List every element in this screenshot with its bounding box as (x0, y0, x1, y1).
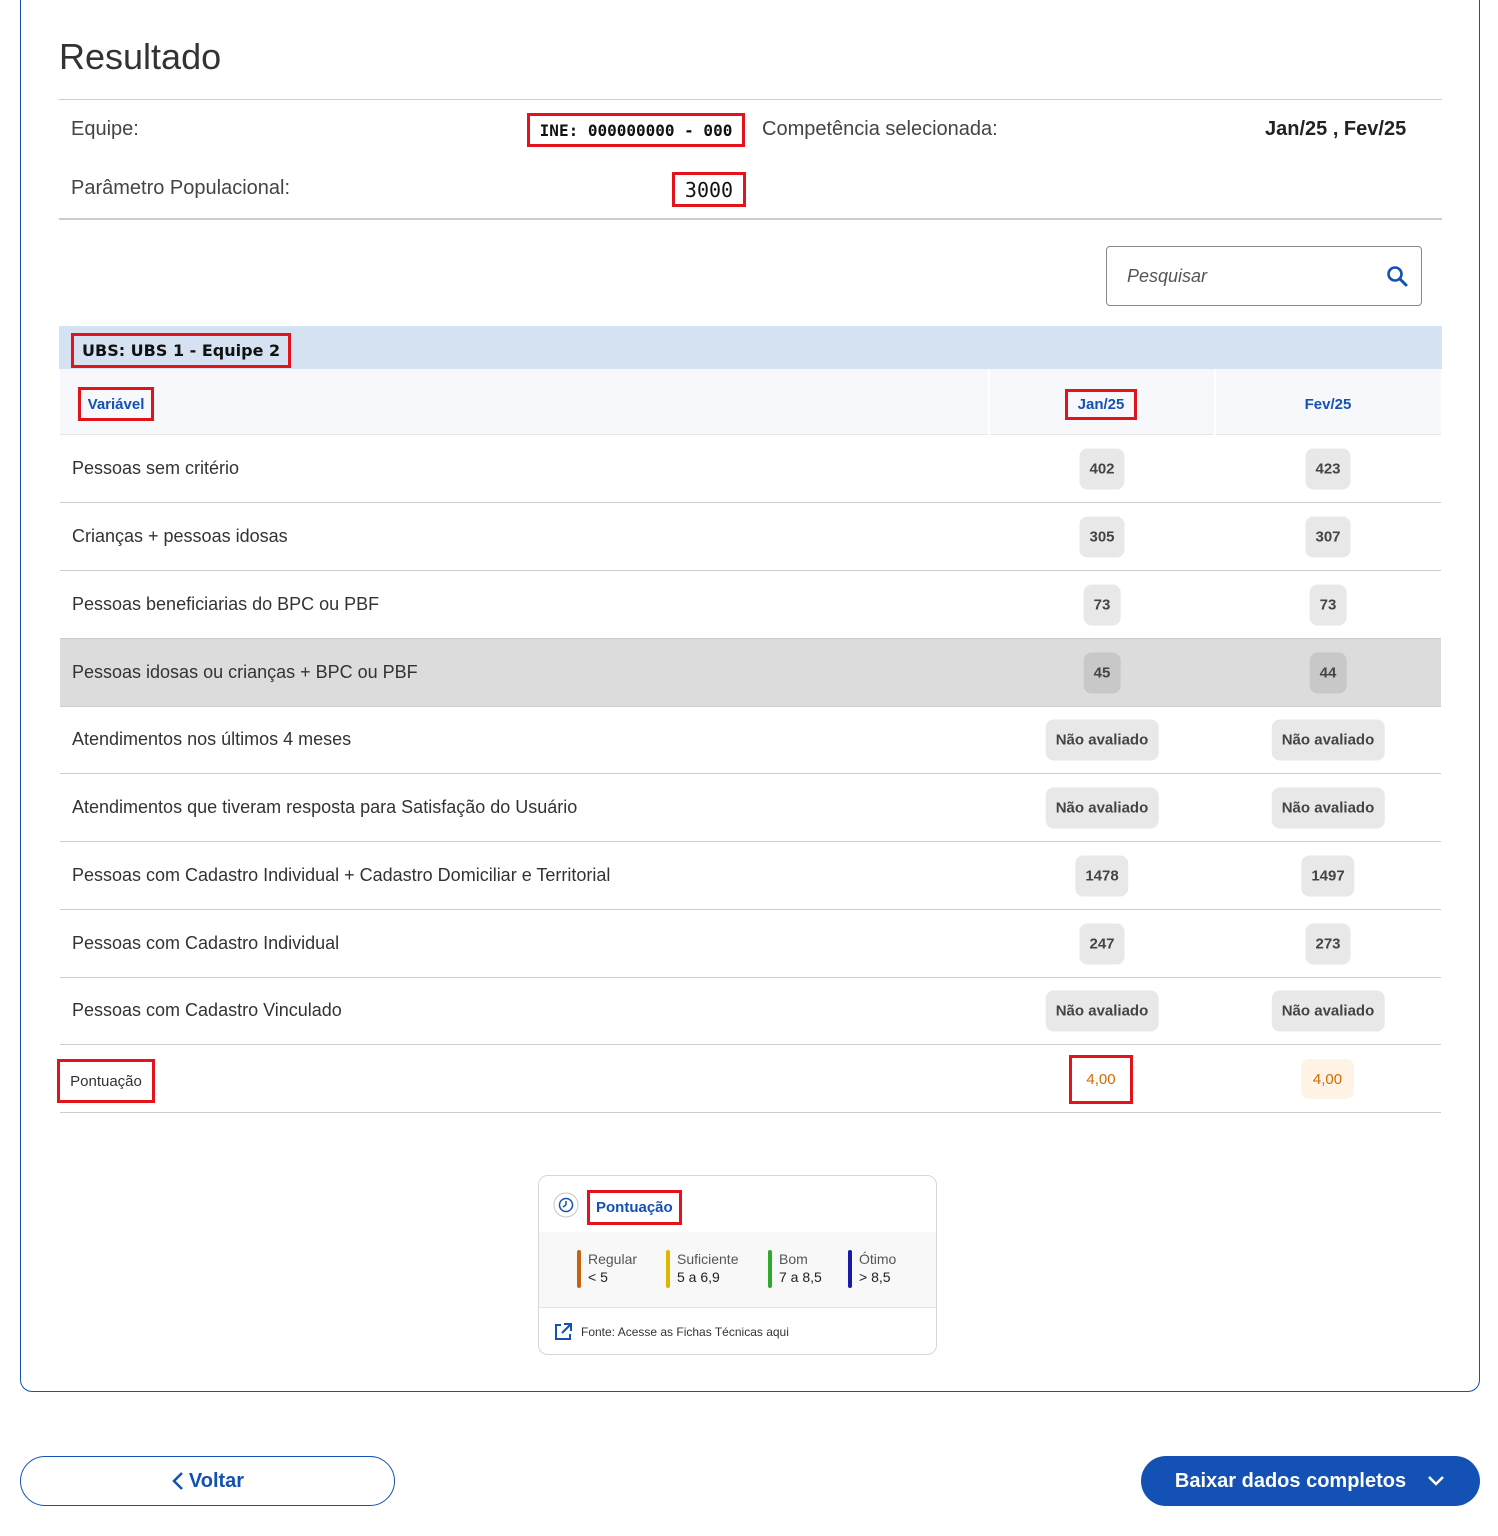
value-pill: 73 (1083, 584, 1121, 625)
value-pill: Não avaliado (1271, 787, 1385, 828)
value-pill: 273 (1305, 923, 1351, 964)
legend-color-bar (848, 1250, 852, 1288)
value-pill: Não avaliado (1271, 719, 1385, 760)
row-label: Pessoas idosas ou crianças + BPC ou PBF (72, 662, 418, 682)
download-button[interactable]: Baixar dados completos (1141, 1456, 1480, 1506)
table-header (60, 369, 1441, 435)
legend-name: Suficiente (677, 1251, 739, 1267)
divider-info (59, 218, 1442, 220)
competence-label: Competência selecionada: (762, 118, 998, 140)
table-row: Crianças + pessoas idosas 305 307 (60, 503, 1441, 571)
table-row: Pessoas beneficiarias do BPC ou PBF 73 7… (60, 571, 1441, 639)
value-pill: Não avaliado (1271, 990, 1385, 1031)
search-input[interactable] (1127, 265, 1385, 287)
row-label: Atendimentos nos últimos 4 meses (72, 729, 352, 749)
legend-range: > 8,5 (859, 1269, 891, 1285)
search-icon[interactable] (1385, 264, 1409, 288)
legend-item-suficiente: Suficiente 5 a 6,9 (666, 1250, 738, 1290)
source-link[interactable]: Fonte: Acesse as Fichas Técnicas aqui (553, 1322, 789, 1342)
value-pill: 45 (1083, 652, 1121, 693)
value-pill: 73 (1309, 584, 1347, 625)
score-legend: Pontuação Regular < 5 Suficiente 5 a 6,9… (538, 1175, 937, 1355)
population-label: Parâmetro Populacional: (71, 177, 291, 199)
back-button[interactable]: Voltar (20, 1456, 395, 1506)
chevron-left-icon (172, 1472, 183, 1490)
legend-item-otimo: Ótimo > 8,5 (848, 1250, 896, 1290)
legend-range: 5 a 6,9 (677, 1269, 720, 1285)
row-label: Atendimentos que tiveram resposta para S… (72, 797, 578, 817)
header-separator (988, 369, 990, 435)
external-link-icon[interactable] (553, 1322, 573, 1342)
value-pill: Não avaliado (1045, 787, 1159, 828)
row-label: Pessoas com Cadastro Individual (72, 933, 340, 953)
row-label: Crianças + pessoas idosas (72, 526, 288, 546)
header-jan25[interactable]: Jan/25 (1065, 389, 1137, 420)
score-row (60, 1045, 1441, 1113)
table-row: Pessoas com Cadastro Individual + Cadast… (60, 842, 1441, 910)
legend-item-regular: Regular < 5 (577, 1250, 637, 1290)
ubs-label: UBS: UBS 1 - Equipe 2 (71, 333, 292, 368)
page-title: Resultado (59, 36, 222, 77)
value-pill: 307 (1305, 516, 1351, 557)
value-pill: 423 (1305, 448, 1351, 489)
chevron-down-icon (1428, 1476, 1444, 1486)
value-pill: Não avaliado (1045, 990, 1159, 1031)
legend-color-bar (768, 1250, 772, 1288)
legend-item-bom: Bom 7 a 8,5 (768, 1250, 822, 1290)
table-row: Atendimentos que tiveram resposta para S… (60, 774, 1441, 842)
value-pill: 402 (1079, 448, 1125, 489)
competence-value: Jan/25 , Fev/25 (1265, 118, 1407, 140)
value-pill: 1478 (1075, 855, 1129, 896)
legend-range: 7 a 8,5 (779, 1269, 822, 1285)
source-text[interactable]: Fonte: Acesse as Fichas Técnicas aqui (581, 1325, 789, 1339)
population-value: 3000 (672, 172, 746, 207)
legend-color-bar (577, 1250, 581, 1288)
team-label: Equipe: (71, 118, 139, 140)
value-pill: 44 (1309, 652, 1347, 693)
legend-name: Ótimo (859, 1251, 897, 1267)
value-pill: Não avaliado (1045, 719, 1159, 760)
team-value: INE: 000000000 - 000 (527, 113, 745, 147)
legend-name: Bom (779, 1251, 808, 1267)
score-value-jan25: 4,00 (1069, 1055, 1133, 1104)
row-label: Pessoas beneficiarias do BPC ou PBF (72, 594, 380, 614)
value-pill: 305 (1079, 516, 1125, 557)
score-value-fev25: 4,00 (1301, 1059, 1354, 1099)
score-label: Pontuação (57, 1059, 155, 1103)
table-row: Pessoas com Cadastro Vinculado Não avali… (60, 977, 1441, 1045)
legend-color-bar (666, 1250, 670, 1288)
divider-top (59, 99, 1442, 100)
search-box[interactable] (1106, 246, 1422, 306)
row-label: Pessoas sem critério (72, 458, 240, 478)
legend-name: Regular (588, 1251, 638, 1267)
download-button-label: Baixar dados completos (1174, 1469, 1407, 1492)
clock-icon (553, 1192, 579, 1218)
legend-title: Pontuação (587, 1190, 682, 1225)
table-row: Pessoas com Cadastro Individual 247 273 (60, 910, 1441, 978)
legend-range: < 5 (588, 1269, 608, 1285)
value-pill: 247 (1079, 923, 1125, 964)
table-row[interactable]: Pessoas idosas ou crianças + BPC ou PBF … (60, 639, 1441, 707)
header-separator (1214, 369, 1216, 435)
header-variable[interactable]: Variável (78, 387, 154, 421)
table-row: Atendimentos nos últimos 4 meses Não ava… (60, 706, 1441, 774)
table-row: Pessoas sem critério 402 423 (60, 435, 1441, 503)
header-fev25[interactable]: Fev/25 (1290, 389, 1366, 420)
row-label: Pessoas com Cadastro Individual + Cadast… (72, 865, 611, 885)
value-pill: 1497 (1301, 855, 1355, 896)
back-button-label: Voltar (188, 1469, 245, 1492)
row-label: Pessoas com Cadastro Vinculado (72, 1000, 342, 1020)
